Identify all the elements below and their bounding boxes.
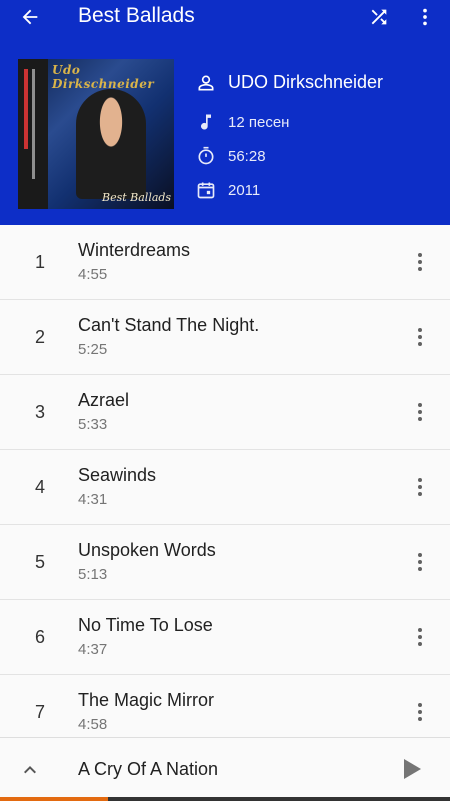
track-title: No Time To Lose xyxy=(78,615,213,635)
songs-count-row: 12 песен xyxy=(196,112,289,132)
mini-player[interactable]: A Cry Of A Nation xyxy=(0,737,450,801)
shuffle-icon xyxy=(371,9,387,25)
arrow-left-icon xyxy=(22,9,38,25)
album-duration: 56:28 xyxy=(228,147,266,165)
track-title: Azrael xyxy=(78,390,130,410)
cover-logo: Udo Dirkschneider xyxy=(52,63,155,91)
playback-progress-fill xyxy=(0,797,108,801)
artist-row[interactable]: UDO Dirkschneider xyxy=(196,72,383,93)
music-note-icon xyxy=(196,112,216,132)
track-number: 3 xyxy=(34,402,45,422)
more-vert-icon[interactable] xyxy=(410,400,430,424)
cover-subtitle: Best Ballads xyxy=(102,191,172,204)
track-list: 1 Winterdreams 4:55 2 Can't Stand The Ni… xyxy=(0,225,450,750)
songs-count: 12 песен xyxy=(228,113,290,131)
track-duration: 4:55 xyxy=(78,266,108,283)
artist-name: UDO Dirkschneider xyxy=(228,72,384,92)
playback-progress-bar[interactable] xyxy=(0,797,450,801)
timer-icon xyxy=(196,146,216,166)
track-title: Can't Stand The Night. xyxy=(78,315,260,335)
cover-artist-figure xyxy=(76,89,146,199)
track-row[interactable]: 6 No Time To Lose 4:37 xyxy=(0,600,450,675)
shuffle-button[interactable] xyxy=(362,0,396,34)
more-vert-icon[interactable] xyxy=(410,625,430,649)
track-row[interactable]: 3 Azrael 5:33 xyxy=(0,375,450,450)
track-row[interactable]: 1 Winterdreams 4:55 xyxy=(0,225,450,300)
track-duration: 5:13 xyxy=(78,566,108,583)
track-number: 7 xyxy=(34,702,45,722)
page-title: Best Ballads xyxy=(78,4,195,27)
calendar-icon xyxy=(196,180,216,200)
track-duration: 5:25 xyxy=(78,341,108,358)
track-duration: 4:58 xyxy=(78,716,108,733)
track-duration: 4:31 xyxy=(78,491,108,508)
track-row[interactable]: 4 Seawinds 4:31 xyxy=(0,450,450,525)
track-number: 2 xyxy=(34,327,45,347)
track-number: 4 xyxy=(34,477,45,497)
duration-row: 56:28 xyxy=(196,146,266,166)
more-vert-icon[interactable] xyxy=(410,250,430,274)
now-playing-title: A Cry Of A Nation xyxy=(78,759,219,779)
track-number: 5 xyxy=(34,552,45,572)
track-number: 1 xyxy=(34,252,45,272)
track-row[interactable]: 5 Unspoken Words 5:13 xyxy=(0,525,450,600)
person-icon xyxy=(196,73,216,93)
overflow-menu-button[interactable] xyxy=(408,0,442,34)
back-button[interactable] xyxy=(13,0,47,34)
app-bar: Best Ballads xyxy=(0,0,450,34)
track-duration: 5:33 xyxy=(78,416,108,433)
track-row[interactable]: 2 Can't Stand The Night. 5:25 xyxy=(0,300,450,375)
album-header: Best Ballads Udo Dirkschneider Best Ball… xyxy=(0,0,450,225)
track-title: Unspoken Words xyxy=(78,540,216,560)
album-year: 2011 xyxy=(228,181,261,199)
more-vert-icon[interactable] xyxy=(410,325,430,349)
track-duration: 4:37 xyxy=(78,641,108,658)
play-icon[interactable] xyxy=(402,758,422,780)
more-vert-icon[interactable] xyxy=(410,550,430,574)
track-number: 6 xyxy=(34,627,45,647)
year-row: 2011 xyxy=(196,180,260,200)
track-title: The Magic Mirror xyxy=(78,690,215,710)
more-vert-icon[interactable] xyxy=(410,475,430,499)
more-vert-icon[interactable] xyxy=(410,700,430,724)
more-vert-icon xyxy=(423,8,427,26)
track-title: Seawinds xyxy=(78,465,157,485)
cover-obi-strip xyxy=(18,59,48,209)
chevron-up-icon[interactable] xyxy=(18,758,42,782)
track-title: Winterdreams xyxy=(78,240,191,260)
album-cover: Udo Dirkschneider Best Ballads xyxy=(18,59,174,209)
